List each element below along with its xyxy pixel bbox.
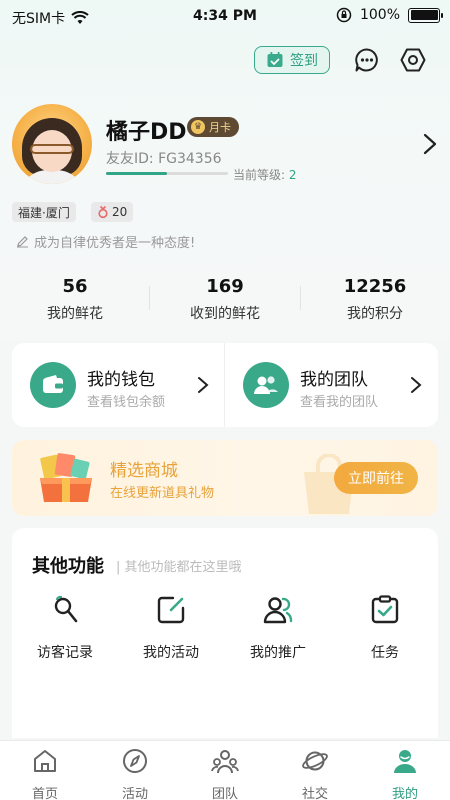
team-group-icon: [243, 362, 289, 408]
users-icon: [263, 597, 293, 624]
tab-mine[interactable]: 我的: [360, 747, 450, 800]
tab-social[interactable]: 社交: [270, 747, 360, 800]
motto-text: 成为自律优秀者是一种态度!: [34, 236, 196, 251]
stat-value: 56: [62, 276, 88, 297]
stat-label: 收到的鲜花: [190, 306, 260, 322]
chevron-right-icon: [198, 377, 209, 393]
wallet-card[interactable]: 我的钱包 查看钱包余额: [12, 343, 225, 427]
wallet-team-card: 我的钱包 查看钱包余额 我的团队 查看我的团队: [12, 343, 438, 427]
mall-go-button[interactable]: 立即前往: [334, 462, 418, 494]
func-label: 我的活动: [143, 645, 199, 661]
wallet-title: 我的钱包: [87, 370, 155, 390]
func-tasks[interactable]: 任务: [332, 594, 438, 664]
stat-received-flowers[interactable]: 169 收到的鲜花: [150, 276, 300, 323]
wallet-subtitle: 查看钱包余额: [87, 395, 166, 410]
age-label: 20: [112, 205, 128, 219]
settings-icon: [400, 48, 426, 72]
func-label: 我的推广: [250, 645, 306, 661]
tab-home[interactable]: 首页: [0, 747, 90, 800]
stat-my-points[interactable]: 12256 我的积分: [300, 276, 450, 323]
planet-icon: [302, 751, 328, 771]
female-icon: [98, 205, 108, 219]
stat-label: 我的积分: [347, 306, 403, 322]
functions-title: 其他功能: [32, 556, 104, 577]
bottom-tab-bar: 首页 活动 团队 社交 我的: [0, 740, 450, 800]
gift-box-icon: [40, 453, 92, 502]
edit-square-icon: [157, 596, 185, 624]
functions-subtitle: | 其他功能都在这里哦: [116, 560, 242, 575]
stat-value: 12256: [343, 276, 407, 297]
team-card[interactable]: 我的团队 查看我的团队: [225, 343, 438, 427]
mall-banner[interactable]: 精选商城 在线更新道具礼物 立即前往: [12, 440, 438, 516]
home-icon: [34, 750, 56, 772]
tab-label: 活动: [121, 787, 148, 800]
tab-activities[interactable]: 活动: [90, 747, 180, 800]
func-my-promotion[interactable]: 我的推广: [225, 594, 331, 664]
func-label: 任务: [371, 645, 399, 661]
tab-label: 首页: [31, 787, 58, 800]
mall-title: 精选商城: [110, 461, 178, 481]
team-title: 我的团队: [300, 370, 368, 390]
func-label: 访客记录: [37, 645, 93, 661]
level-progress-bar: [106, 172, 228, 175]
compass-icon: [123, 749, 147, 773]
level-text: 当前等级: 2: [233, 166, 297, 183]
func-my-activities[interactable]: 我的活动: [118, 594, 224, 664]
level-label: 当前等级:: [233, 168, 286, 182]
battery-icon: [408, 7, 443, 23]
level-progress-fill: [106, 172, 167, 175]
vip-label: 月卡: [209, 121, 231, 134]
chevron-right-icon: [411, 377, 422, 393]
crown-icon: ♛: [191, 120, 205, 134]
motto[interactable]: 成为自律优秀者是一种态度!: [16, 232, 195, 251]
status-bar: 无SIM卡 4:34 PM 100%: [0, 0, 450, 32]
avatar[interactable]: [12, 104, 92, 184]
calendar-check-icon: [267, 52, 283, 67]
signin-button[interactable]: 签到: [254, 46, 330, 74]
signin-label: 签到: [290, 53, 318, 69]
magnifier-icon: [54, 595, 78, 623]
pencil-icon: [17, 236, 28, 248]
nickname: 橘子DD: [106, 120, 187, 145]
battery-percent: 100%: [359, 7, 400, 23]
stat-value: 169: [206, 276, 244, 297]
other-functions-panel: 其他功能 | 其他功能都在这里哦 访客记录 我的活动 我的推广 任务: [12, 528, 438, 738]
profile-icon: [394, 750, 416, 773]
stat-my-flowers[interactable]: 56 我的鲜花: [0, 276, 150, 323]
orientation-lock-icon: [336, 7, 352, 23]
tab-label: 我的: [391, 787, 418, 800]
stat-label: 我的鲜花: [47, 306, 103, 322]
user-id: 友友ID: FG34356: [106, 151, 222, 167]
clipboard-check-icon: [371, 595, 399, 624]
profile-chevron-right-icon[interactable]: [420, 132, 440, 156]
status-right: 100%: [336, 7, 443, 23]
location-label: 福建·厦门: [18, 205, 70, 220]
tab-label: 团队: [211, 787, 238, 800]
vip-badge: ♛ 月卡: [187, 117, 239, 137]
settings-button[interactable]: [399, 46, 427, 74]
gender-age-tag: 20: [91, 202, 134, 222]
tab-label: 社交: [301, 787, 328, 800]
level-value: 2: [288, 168, 297, 182]
team-icon: [211, 750, 239, 774]
tab-team[interactable]: 团队: [180, 747, 270, 800]
func-visitor-records[interactable]: 访客记录: [12, 594, 118, 664]
chat-bubble-icon: [355, 48, 378, 72]
location-tag: 福建·厦门: [12, 202, 76, 222]
wallet-icon: [30, 362, 76, 408]
team-subtitle: 查看我的团队: [300, 395, 379, 410]
mall-subtitle: 在线更新道具礼物: [110, 486, 215, 501]
message-button[interactable]: [353, 46, 381, 74]
